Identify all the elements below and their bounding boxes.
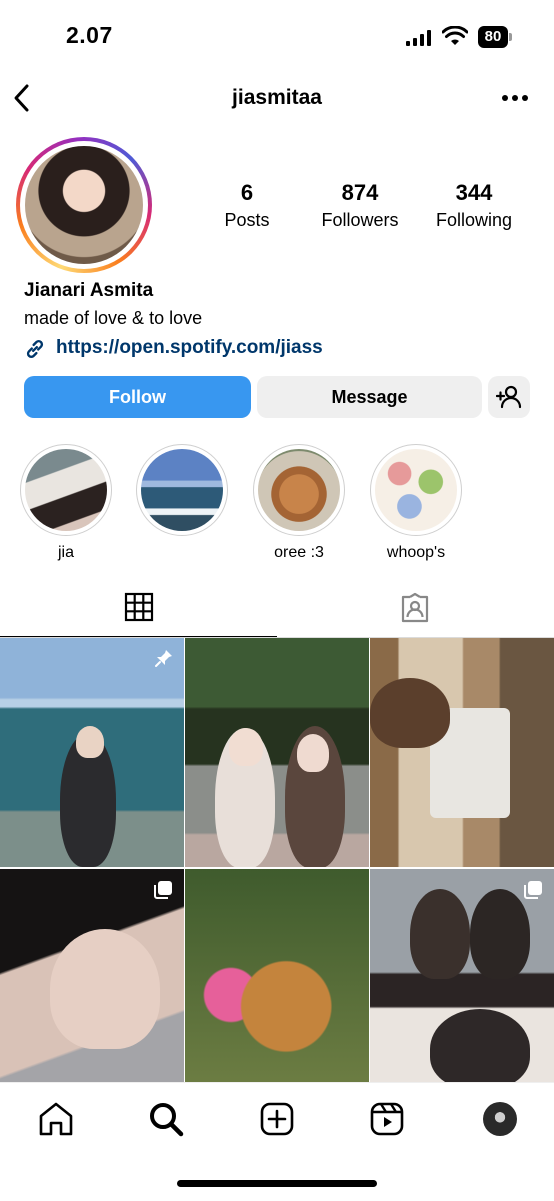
create-icon	[260, 1102, 294, 1136]
tab-tagged[interactable]	[277, 580, 554, 638]
post-thumbnail[interactable]	[185, 638, 369, 867]
nav-home[interactable]	[36, 1099, 76, 1139]
profile-full-name: Jianari Asmita	[24, 280, 154, 301]
highlight-item[interactable]: jia	[19, 444, 113, 564]
pinned-icon	[155, 650, 172, 667]
nav-reels[interactable]	[367, 1099, 407, 1139]
link-icon	[26, 340, 44, 358]
post-thumbnail[interactable]	[370, 638, 554, 867]
highlight-cover	[25, 449, 107, 531]
wifi-icon	[442, 26, 468, 45]
highlight-cover	[375, 449, 457, 531]
home-indicator	[177, 1180, 377, 1187]
carousel-icon	[154, 881, 172, 899]
nav-create[interactable]	[257, 1099, 297, 1139]
stat-posts[interactable]: 6 Posts	[192, 180, 302, 232]
highlight-label: jia	[57, 544, 74, 561]
add-user-button[interactable]	[488, 376, 530, 418]
tab-posts-grid[interactable]	[0, 580, 277, 638]
stat-label: Followers	[321, 210, 399, 230]
tagged-icon	[401, 592, 429, 623]
highlight-item[interactable]: whoop's	[369, 444, 463, 564]
battery-icon: 80	[478, 26, 514, 48]
stat-following[interactable]: 344 Following	[419, 180, 529, 232]
highlight-item[interactable]	[135, 444, 229, 564]
stat-label: Following	[435, 210, 513, 230]
profile-avatar[interactable]	[16, 137, 152, 273]
profile-username: jiasmitaa	[232, 86, 322, 109]
grid-icon	[124, 592, 154, 622]
avatar-photo	[25, 146, 143, 264]
nav-profile[interactable]	[480, 1099, 520, 1139]
profile-avatar-icon	[483, 1102, 517, 1136]
post-thumbnail[interactable]	[0, 869, 184, 1098]
add-user-icon	[495, 385, 522, 409]
nav-search[interactable]	[146, 1099, 186, 1139]
more-horizontal-icon[interactable]	[500, 88, 530, 108]
home-icon	[39, 1102, 73, 1136]
message-button[interactable]: Message	[257, 376, 482, 418]
stat-followers[interactable]: 874 Followers	[305, 180, 415, 232]
battery-level: 80	[478, 26, 508, 48]
post-thumbnail[interactable]	[0, 638, 184, 867]
profile-bio: made of love & to love	[24, 308, 203, 328]
highlight-label: whoop's	[386, 544, 446, 561]
stat-value: 6	[240, 180, 254, 205]
post-thumbnail[interactable]	[185, 869, 369, 1098]
highlight-label	[135, 544, 229, 564]
profile-link[interactable]: https://open.spotify.com/jiass	[56, 337, 323, 359]
highlight-cover	[258, 449, 340, 531]
highlight-label: oree :3	[274, 544, 324, 561]
reels-icon	[370, 1102, 404, 1136]
carousel-icon	[524, 881, 542, 899]
search-icon	[150, 1103, 184, 1137]
highlight-item[interactable]: oree :3	[252, 444, 346, 564]
stat-label: Posts	[224, 210, 270, 230]
stat-value: 874	[341, 180, 379, 205]
follow-button[interactable]: Follow	[24, 376, 251, 418]
highlight-cover	[141, 449, 223, 531]
post-thumbnail[interactable]	[370, 869, 554, 1098]
stat-value: 344	[455, 180, 493, 205]
cellular-signal-icon	[406, 30, 431, 46]
status-time: 2.07	[66, 22, 113, 48]
